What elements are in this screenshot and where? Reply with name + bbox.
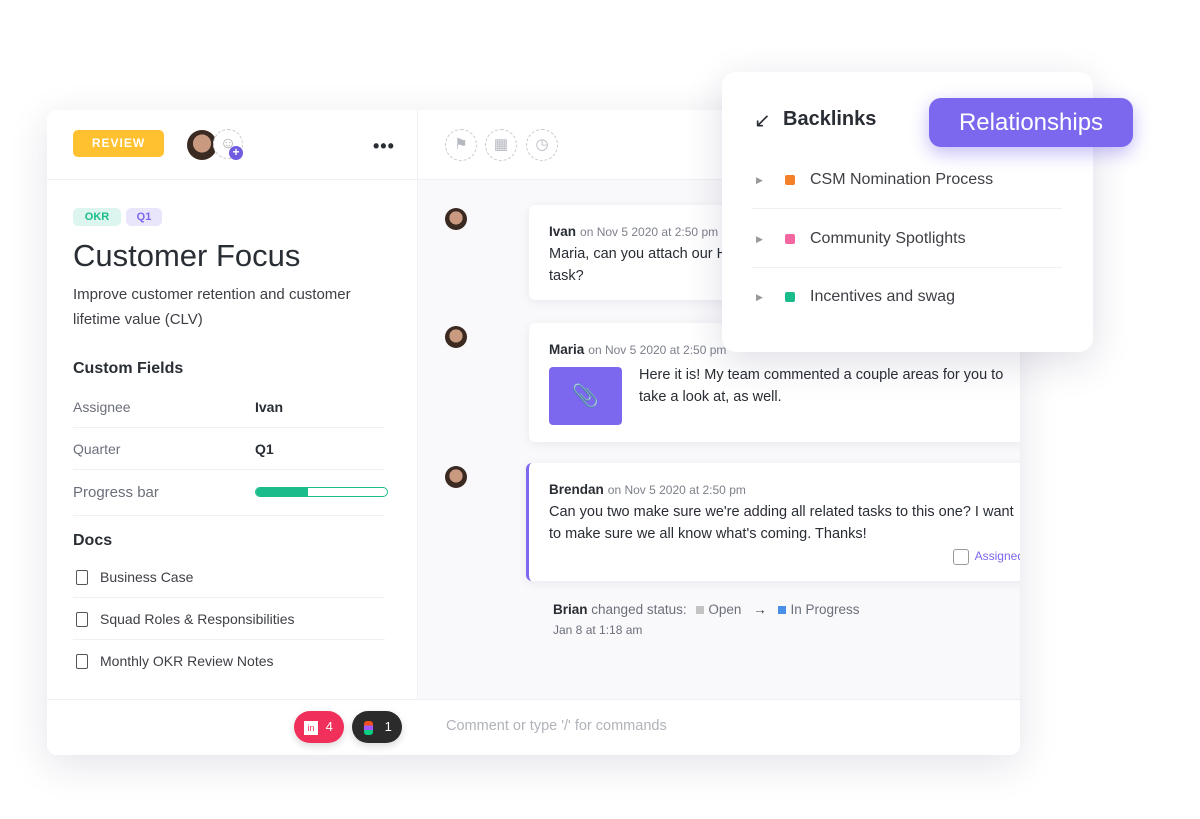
backlink-label: Incentives and swag <box>810 288 955 305</box>
field-label: Assignee <box>73 399 131 415</box>
integrations-bar: in 4 1 <box>47 699 418 755</box>
clock-icon[interactable]: ◷ <box>526 129 558 161</box>
assigned-checkbox[interactable]: Assigned <box>952 545 1020 567</box>
backlink-label: CSM Nomination Process <box>810 171 994 188</box>
more-options-icon[interactable]: ••• <box>373 136 395 157</box>
checkbox-icon <box>952 548 969 565</box>
doc-label: Squad Roles & Responsibilities <box>100 611 295 627</box>
page-title: Customer Focus <box>73 238 301 273</box>
assigned-label: Assigned <box>974 549 1020 563</box>
task-header: REVIEW ☺ + ••• <box>47 110 417 180</box>
tag-q1[interactable]: Q1 <box>126 208 162 226</box>
comment-author: Maria <box>549 342 585 357</box>
backlinks-title: Backlinks <box>783 108 877 130</box>
figma-count: 1 <box>384 719 392 734</box>
comment-text: Here it is! My team commented a couple a… <box>639 367 1004 405</box>
activity-action: changed status: <box>591 602 687 617</box>
comment-author: Brendan <box>549 482 604 497</box>
document-icon <box>76 612 88 627</box>
status-change-activity: Brian changed status: Open → In Progress… <box>553 602 859 637</box>
avatar <box>445 326 467 348</box>
backlink-label: Community Spotlights <box>810 230 966 247</box>
color-dot <box>785 175 795 185</box>
arrow-right-icon: → <box>753 602 767 617</box>
calendar-icon[interactable]: ▦ <box>485 129 517 161</box>
comment-time: on Nov 5 2020 at 2:50 pm <box>607 483 746 497</box>
comment-time: on Nov 5 2020 at 2:50 pm <box>588 343 727 357</box>
doc-item[interactable]: Monthly OKR Review Notes <box>73 640 385 682</box>
plus-icon[interactable]: + <box>229 146 243 160</box>
comment: Brendan on Nov 5 2020 at 2:50 pm Can you … <box>526 463 1020 581</box>
caret-right-icon: ▶ <box>756 175 763 185</box>
activity-time: Jan 8 at 1:18 am <box>553 623 643 637</box>
status-open-dot <box>696 606 705 614</box>
status-to: In Progress <box>790 602 860 617</box>
attachment[interactable]: 📎 <box>549 367 622 425</box>
backlink-arrow-icon: ↙ <box>754 110 771 132</box>
field-label: Progress bar <box>73 484 159 501</box>
invision-button[interactable]: in 4 <box>294 711 344 743</box>
invision-count: 4 <box>325 719 333 734</box>
comment-author: Ivan <box>549 224 577 239</box>
field-label: Quarter <box>73 441 121 457</box>
field-assignee[interactable]: Assignee Ivan <box>73 386 385 428</box>
progress-fill <box>256 488 309 496</box>
backlink-item[interactable]: ▶ Incentives and swag <box>752 268 1062 326</box>
field-value: Q1 <box>255 441 274 457</box>
doc-label: Monthly OKR Review Notes <box>100 653 274 669</box>
field-progress[interactable]: Progress bar <box>73 470 388 516</box>
paperclip-icon: 📎 <box>571 383 600 408</box>
doc-item[interactable]: Business Case <box>73 556 385 598</box>
caret-right-icon: ▶ <box>756 292 763 302</box>
status-from: Open <box>708 602 742 617</box>
figma-icon <box>364 720 373 735</box>
tag-okr[interactable]: OKR <box>73 208 121 226</box>
field-quarter[interactable]: Quarter Q1 <box>73 428 385 470</box>
document-icon <box>76 570 88 585</box>
color-dot <box>785 234 795 244</box>
doc-label: Business Case <box>100 569 194 585</box>
backlink-item[interactable]: ▶ Community Spotlights <box>752 210 1062 268</box>
progress-bar <box>255 487 388 497</box>
avatar <box>445 466 467 488</box>
caret-right-icon: ▶ <box>756 234 763 244</box>
field-value: Ivan <box>255 399 284 415</box>
comment-text: Can you two make sure we're adding all r… <box>549 504 1014 542</box>
document-icon <box>76 654 88 669</box>
docs-heading: Docs <box>73 532 113 549</box>
relationships-badge[interactable]: Relationships <box>929 98 1133 147</box>
color-dot <box>785 292 795 302</box>
comment-box <box>418 699 1020 755</box>
flag-icon[interactable]: ⚑ <box>445 129 477 161</box>
task-description: Improve customer retention and customer … <box>73 286 351 328</box>
activity-author: Brian <box>553 602 588 617</box>
status-badge[interactable]: REVIEW <box>73 130 164 157</box>
backlink-item[interactable]: ▶ CSM Nomination Process <box>752 151 1062 209</box>
figma-button[interactable]: 1 <box>352 711 402 743</box>
doc-item[interactable]: Squad Roles & Responsibilities <box>73 598 385 640</box>
custom-fields-heading: Custom Fields <box>73 360 184 377</box>
invision-icon: in <box>304 720 318 735</box>
comment-time: on Nov 5 2020 at 2:50 pm <box>580 225 719 239</box>
status-inprogress-dot <box>778 606 787 614</box>
task-details-panel: REVIEW ☺ + ••• OKR Q1 Customer Focus Imp… <box>47 110 418 755</box>
avatar <box>445 208 467 230</box>
comment-input[interactable] <box>446 718 846 734</box>
